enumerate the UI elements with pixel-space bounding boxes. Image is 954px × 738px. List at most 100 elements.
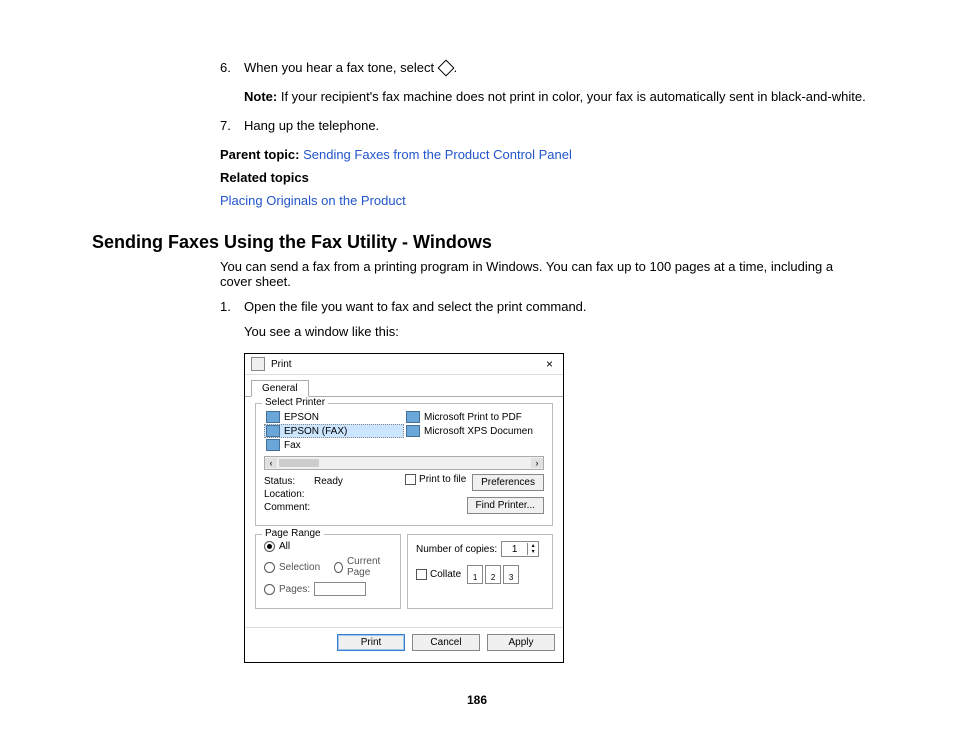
printer-epson[interactable]: EPSON bbox=[264, 410, 404, 424]
collate-page-icon: 1 bbox=[467, 565, 483, 584]
status-label: Status: bbox=[264, 476, 314, 487]
printer-ms-pdf-label: Microsoft Print to PDF bbox=[424, 412, 522, 423]
step-7-number: 7. bbox=[220, 118, 244, 133]
printer-col-left: EPSON EPSON (FAX) Fax bbox=[264, 410, 404, 452]
step-6-number: 6. bbox=[220, 60, 244, 104]
cancel-button[interactable]: Cancel bbox=[412, 634, 480, 651]
section-heading: Sending Faxes Using the Fax Utility - Wi… bbox=[60, 232, 894, 253]
dialog-footer: Print Cancel Apply bbox=[245, 627, 563, 662]
bottom-groups: Page Range All Selection Current Page Pa… bbox=[255, 534, 553, 617]
step-1-text: Open the file you want to fax and select… bbox=[244, 299, 894, 314]
page-number: 186 bbox=[60, 693, 894, 707]
related-topics-link-line: Placing Originals on the Product bbox=[220, 193, 894, 208]
printer-col-right: Microsoft Print to PDF Microsoft XPS Doc… bbox=[404, 410, 544, 452]
printer-list: EPSON EPSON (FAX) Fax Microsoft Print to… bbox=[264, 410, 544, 452]
printer-icon bbox=[406, 425, 420, 437]
printer-icon bbox=[266, 425, 280, 437]
find-printer-button[interactable]: Find Printer... bbox=[467, 497, 544, 514]
note-label: Note: bbox=[244, 89, 277, 104]
note-text: If your recipient's fax machine does not… bbox=[277, 89, 866, 104]
location-label: Location: bbox=[264, 489, 314, 500]
radio-pages[interactable]: Pages: bbox=[264, 582, 392, 596]
comment-label: Comment: bbox=[264, 502, 314, 513]
scroll-left-icon[interactable]: ‹ bbox=[265, 458, 277, 468]
print-dialog: Print × General Select Printer EPSON EPS… bbox=[244, 353, 564, 663]
parent-topic-line: Parent topic: Sending Faxes from the Pro… bbox=[220, 147, 894, 162]
step-6: 6. When you hear a fax tone, select . No… bbox=[220, 60, 894, 104]
num-copies-label: Number of copies: bbox=[416, 544, 497, 555]
spinner-arrows[interactable]: ▴▾ bbox=[527, 543, 538, 555]
print-to-file-checkbox[interactable]: Print to file bbox=[405, 474, 466, 485]
related-topics-label: Related topics bbox=[220, 170, 894, 185]
collate-checkbox[interactable]: Collate bbox=[416, 569, 461, 580]
printer-fax[interactable]: Fax bbox=[264, 438, 404, 452]
copies-spinner[interactable]: 1 ▴▾ bbox=[501, 541, 539, 557]
step-1: 1. Open the file you want to fax and sel… bbox=[220, 299, 894, 339]
printer-hscroll[interactable]: ‹ › bbox=[264, 456, 544, 470]
collate-illustration: 1 2 3 bbox=[467, 565, 519, 584]
radio-current-page[interactable]: Current Page bbox=[334, 556, 392, 578]
copies-value: 1 bbox=[502, 544, 527, 555]
printer-ms-xps[interactable]: Microsoft XPS Documen bbox=[404, 424, 544, 438]
radio-current-page-label: Current Page bbox=[347, 556, 392, 578]
radio-selection-label: Selection bbox=[279, 562, 320, 573]
page-range-group: Page Range All Selection Current Page Pa… bbox=[255, 534, 401, 609]
dialog-titlebar: Print × bbox=[245, 354, 563, 375]
radio-icon bbox=[264, 562, 275, 573]
step-6-note: Note: If your recipient's fax machine do… bbox=[244, 89, 894, 104]
scroll-right-icon[interactable]: › bbox=[531, 458, 543, 468]
dialog-title: Print bbox=[271, 359, 542, 370]
radio-all-label: All bbox=[279, 541, 290, 552]
radio-all[interactable]: All bbox=[264, 541, 392, 552]
scroll-thumb[interactable] bbox=[279, 459, 319, 467]
printer-meta: Status:Ready Location: Comment: Print to… bbox=[264, 474, 544, 517]
printer-epson-fax-label: EPSON (FAX) bbox=[284, 426, 347, 437]
printer-fax-label: Fax bbox=[284, 440, 301, 451]
tab-general[interactable]: General bbox=[251, 380, 309, 397]
related-topics-bold: Related topics bbox=[220, 170, 309, 185]
printer-icon bbox=[266, 439, 280, 451]
apply-button[interactable]: Apply bbox=[487, 634, 555, 651]
printer-meta-right: Print to file Preferences Find Printer..… bbox=[405, 474, 544, 517]
pages-input[interactable] bbox=[314, 582, 366, 596]
step-7-text: Hang up the telephone. bbox=[244, 118, 894, 133]
step-7: 7. Hang up the telephone. bbox=[220, 118, 894, 133]
printer-ms-xps-label: Microsoft XPS Documen bbox=[424, 426, 533, 437]
printer-epson-fax[interactable]: EPSON (FAX) bbox=[264, 424, 404, 438]
preferences-button[interactable]: Preferences bbox=[472, 474, 544, 491]
printer-icon bbox=[406, 411, 420, 423]
page-range-title: Page Range bbox=[262, 528, 324, 539]
printer-ms-pdf[interactable]: Microsoft Print to PDF bbox=[404, 410, 544, 424]
radio-pages-label: Pages: bbox=[279, 584, 310, 595]
radio-selection[interactable]: Selection bbox=[264, 556, 320, 578]
step-1-number: 1. bbox=[220, 299, 244, 339]
dialog-body: Select Printer EPSON EPSON (FAX) Fax Mic… bbox=[245, 396, 563, 627]
status-value: Ready bbox=[314, 476, 343, 487]
parent-topic-label: Parent topic: bbox=[220, 147, 303, 162]
step-6-text-a: When you hear a fax tone, select bbox=[244, 60, 438, 75]
printer-icon bbox=[266, 411, 280, 423]
printer-epson-label: EPSON bbox=[284, 412, 319, 423]
radio-icon bbox=[264, 541, 275, 552]
parent-topic-link[interactable]: Sending Faxes from the Product Control P… bbox=[303, 147, 572, 162]
collate-page-icon: 3 bbox=[503, 565, 519, 584]
select-printer-title: Select Printer bbox=[262, 397, 328, 408]
printer-meta-left: Status:Ready Location: Comment: bbox=[264, 476, 405, 515]
printer-icon bbox=[251, 357, 265, 371]
select-printer-group: Select Printer EPSON EPSON (FAX) Fax Mic… bbox=[255, 403, 553, 526]
dialog-tabs: General bbox=[245, 375, 563, 396]
step-1-body: Open the file you want to fax and select… bbox=[244, 299, 894, 339]
diamond-icon bbox=[437, 59, 454, 76]
related-topic-link[interactable]: Placing Originals on the Product bbox=[220, 193, 406, 208]
collate-page-icon: 2 bbox=[485, 565, 501, 584]
radio-icon bbox=[264, 584, 275, 595]
print-button[interactable]: Print bbox=[337, 634, 405, 651]
copies-group: Number of copies: 1 ▴▾ Collate 1 2 3 bbox=[407, 534, 553, 609]
checkbox-icon bbox=[416, 569, 427, 580]
radio-icon bbox=[334, 562, 343, 573]
checkbox-icon bbox=[405, 474, 416, 485]
close-button[interactable]: × bbox=[542, 357, 557, 371]
step-1-sub: You see a window like this: bbox=[244, 324, 894, 339]
chevron-down-icon[interactable]: ▾ bbox=[528, 549, 538, 555]
print-to-file-label: Print to file bbox=[419, 474, 466, 485]
